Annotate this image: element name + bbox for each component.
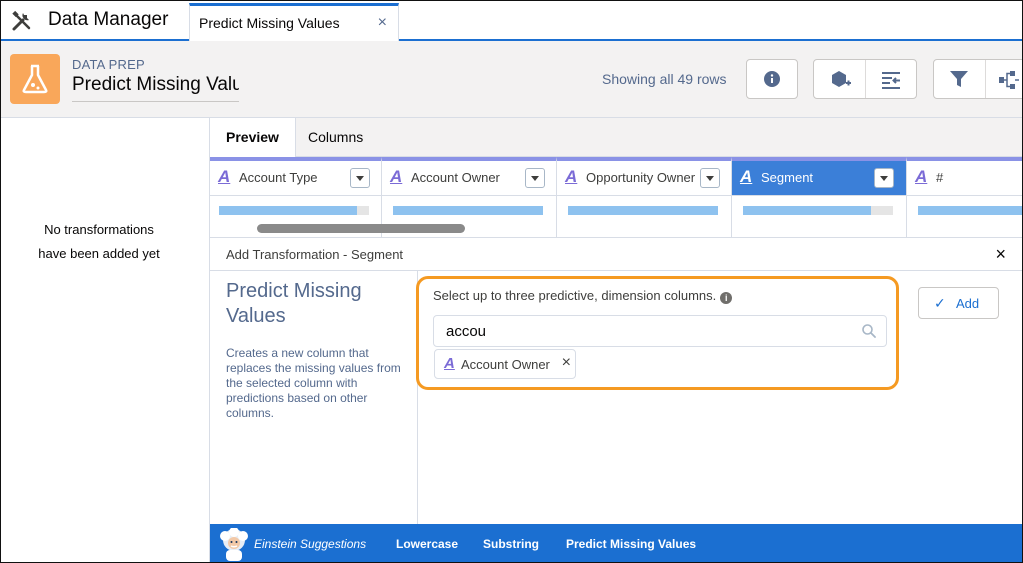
column-header: A Opportunity Owner: [557, 161, 731, 196]
pill-label: Account Owner: [461, 357, 550, 372]
row-count: Showing all 49 rows: [602, 71, 727, 87]
column-quality-bar: [393, 206, 543, 215]
column-quality-bar: [743, 206, 893, 215]
filter-button-group: [933, 59, 1022, 99]
transformations-sidebar: No transformations have been added yet: [1, 118, 210, 562]
column-menu-button[interactable]: [874, 168, 894, 188]
transform-list-icon[interactable]: [881, 71, 901, 89]
column-header: A Account Type: [210, 161, 381, 196]
column-search-field[interactable]: [433, 315, 887, 347]
tab-label: Predict Missing Values: [199, 15, 340, 31]
column-segment[interactable]: A Segment: [732, 157, 907, 237]
column-name: Segment: [761, 170, 814, 185]
data-grid: A Account Type A Account Owner A Opportu…: [210, 157, 1022, 237]
selected-column-pill: A Account Owner ×: [434, 349, 576, 379]
column-menu-button[interactable]: [525, 168, 545, 188]
text-type-icon: A: [565, 167, 578, 186]
info-icon: [764, 71, 780, 87]
recipe-eyebrow: DATA PREP: [72, 57, 145, 72]
column-name: Opportunity Owner: [586, 170, 696, 185]
close-icon[interactable]: ×: [378, 14, 387, 32]
tools-icon: [12, 10, 31, 31]
node-button-group: [813, 59, 917, 99]
preview-tabs: Preview Columns: [210, 118, 1022, 158]
einstein-avatar-icon: [220, 528, 248, 561]
empty-line: have been added yet: [38, 246, 160, 261]
text-type-icon: A: [218, 167, 231, 186]
column-name: Account Owner: [411, 170, 500, 185]
suggestion-substring[interactable]: Substring: [483, 537, 539, 551]
text-type-icon: A: [740, 167, 753, 186]
empty-line: No transformations: [44, 222, 154, 237]
transformation-description: Creates a new column that replaces the m…: [226, 346, 401, 420]
app-window: Data Manager Predict Missing Values × DA…: [0, 0, 1023, 563]
column-name: #: [936, 170, 944, 185]
column-menu-button[interactable]: [350, 168, 370, 188]
check-icon: ✓: [934, 295, 946, 311]
add-button[interactable]: ✓ Add: [918, 287, 999, 319]
button-divider: [865, 60, 866, 98]
button-divider: [985, 60, 986, 98]
column-quality-bar: [568, 206, 718, 215]
text-type-icon: A: [444, 355, 455, 372]
hierarchy-icon[interactable]: [998, 70, 1020, 90]
panel-title: Add Transformation - Segment: [226, 247, 404, 262]
add-node-icon[interactable]: [830, 70, 852, 90]
transformation-info: Predict Missing Values Creates a new col…: [210, 271, 418, 525]
column-menu-button[interactable]: [700, 168, 720, 188]
text-type-icon: A: [390, 167, 403, 186]
bar-fill: [393, 206, 543, 215]
tab-columns[interactable]: Columns: [292, 118, 379, 157]
column-quality-bar: [918, 206, 1022, 215]
column-quality-bar: [219, 206, 369, 215]
flask-icon: [10, 54, 60, 104]
search-icon: [862, 324, 876, 338]
column-header: A Segment: [732, 161, 906, 196]
label-text: Select up to three predictive, dimension…: [433, 288, 717, 303]
suggestion-predict-missing-values[interactable]: Predict Missing Values: [566, 537, 696, 551]
column-name: Account Type: [239, 170, 318, 185]
search-input[interactable]: [446, 323, 846, 340]
suggestion-lowercase[interactable]: Lowercase: [396, 537, 458, 551]
column-header: A #: [907, 161, 1022, 196]
app-title: Data Manager: [48, 9, 169, 30]
tab-predict-missing-values[interactable]: Predict Missing Values ×: [189, 3, 399, 41]
add-transformation-panel: Add Transformation - Segment × Predict M…: [210, 237, 1022, 525]
empty-transformations-message: No transformations have been added yet: [1, 218, 197, 266]
app-bar: Data Manager Predict Missing Values ×: [1, 1, 1022, 41]
bar-fill: [219, 206, 357, 215]
recipe-name-field[interactable]: Predict Missing Valu: [72, 74, 239, 102]
column-number[interactable]: A #: [907, 157, 1022, 237]
column-opportunity-owner[interactable]: A Opportunity Owner: [557, 157, 732, 237]
bar-fill: [568, 206, 718, 215]
recipe-header: DATA PREP Predict Missing Valu Showing a…: [1, 41, 1022, 118]
column-header: A Account Owner: [382, 161, 556, 196]
add-label: Add: [956, 296, 980, 311]
remove-icon[interactable]: ×: [562, 354, 571, 372]
filter-icon[interactable]: [950, 71, 968, 88]
bar-fill: [918, 206, 1022, 215]
einstein-suggestions-label: Einstein Suggestions: [254, 537, 367, 551]
einstein-suggestions-bar: Einstein Suggestions Lowercase Substring…: [210, 524, 1022, 562]
predictive-columns-label: Select up to three predictive, dimension…: [433, 288, 733, 304]
transformation-name: Predict Missing Values: [226, 280, 362, 327]
tab-preview[interactable]: Preview: [210, 118, 296, 158]
close-icon[interactable]: ×: [995, 244, 1006, 265]
text-type-icon: A: [915, 167, 928, 186]
info-icon[interactable]: i: [720, 292, 733, 304]
horizontal-scrollbar[interactable]: [257, 224, 465, 233]
info-button[interactable]: [746, 59, 798, 99]
bar-fill: [743, 206, 871, 215]
